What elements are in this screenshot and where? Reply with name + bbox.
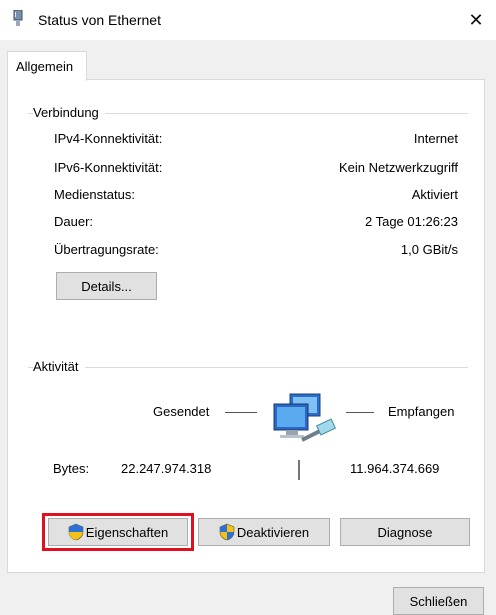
close-window-button[interactable]: ✕ [456, 0, 496, 40]
sent-label: Gesendet [153, 404, 210, 419]
duration-label: Dauer: [54, 214, 94, 229]
close-button-label: Schließen [409, 593, 468, 609]
diagnose-button[interactable]: Diagnose [340, 518, 470, 546]
ipv6-value: Kein Netzwerkzugriff [339, 160, 458, 175]
details-button[interactable]: Details... [56, 272, 157, 300]
media-status-label: Medienstatus: [54, 187, 135, 202]
window-title: Status von Ethernet [38, 12, 161, 28]
bytes-label: Bytes: [53, 461, 90, 476]
received-label: Empfangen [388, 404, 455, 419]
network-computers-icon [273, 393, 337, 442]
speed-label: Übertragungsrate: [54, 242, 159, 257]
duration-value: 2 Tage 01:26:23 [364, 214, 458, 229]
ethernet-icon [13, 10, 23, 26]
received-line [346, 412, 374, 413]
title-bar: Status von Ethernet ✕ [0, 0, 496, 40]
sent-line [225, 412, 257, 413]
deactivate-button[interactable]: Deaktivieren [198, 518, 330, 546]
tab-general[interactable]: Allgemein [7, 51, 87, 81]
connection-heading: Verbindung [33, 105, 105, 120]
ipv6-label: IPv6-Konnektivität: [54, 160, 163, 175]
bytes-sent-value: 22.247.974.318 [121, 461, 212, 476]
ipv4-label: IPv4-Konnektivität: [54, 131, 163, 146]
details-button-label: Details... [81, 278, 132, 294]
bytes-separator [298, 460, 300, 480]
speed-value: 1,0 GBit/s [400, 242, 458, 257]
bytes-received-value: 11.964.374.669 [350, 461, 440, 476]
deactivate-button-label: Deaktivieren [236, 524, 310, 540]
activity-divider [28, 367, 468, 368]
general-panel [7, 79, 485, 573]
media-status-value: Aktiviert [411, 187, 458, 202]
uac-shield-icon [219, 523, 235, 541]
diagnose-button-label: Diagnose [377, 524, 433, 540]
ipv4-value: Internet [413, 131, 458, 146]
highlight-box [42, 513, 194, 551]
activity-heading: Aktivität [33, 359, 85, 374]
close-button[interactable]: Schließen [393, 587, 484, 615]
